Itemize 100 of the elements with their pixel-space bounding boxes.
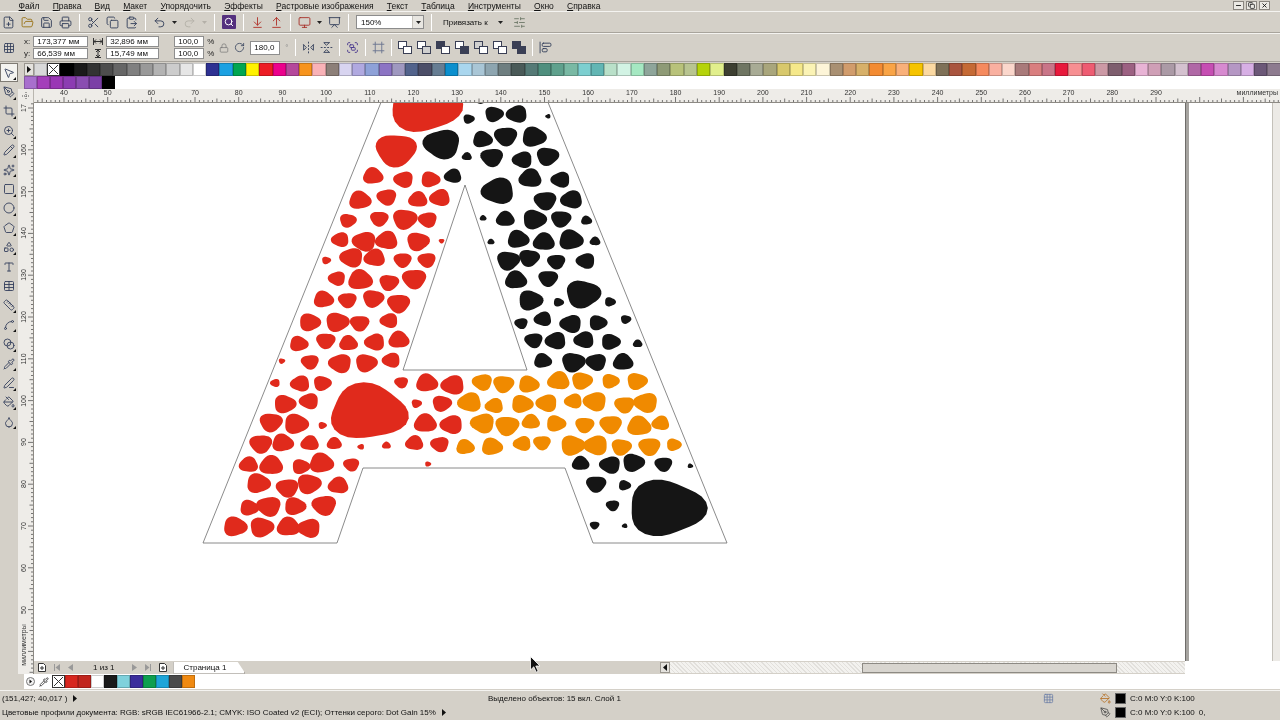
color-swatch[interactable] xyxy=(312,63,326,76)
color-swatch[interactable] xyxy=(564,63,578,76)
color-swatch[interactable] xyxy=(156,675,169,688)
color-swatch[interactable] xyxy=(219,63,233,76)
overlapping-squares-icon[interactable] xyxy=(492,41,507,54)
add-page-icon[interactable] xyxy=(38,663,46,672)
overlapping-squares-icon[interactable] xyxy=(397,41,412,54)
color-swatch[interactable] xyxy=(206,63,220,76)
group-icon[interactable] xyxy=(345,41,359,54)
vertical-scrollbar[interactable] xyxy=(1272,103,1280,661)
color-swatch[interactable] xyxy=(896,63,910,76)
color-swatch[interactable] xyxy=(1002,63,1016,76)
color-swatch[interactable] xyxy=(34,63,48,76)
color-swatch[interactable] xyxy=(803,63,817,76)
overlapping-squares-icon[interactable] xyxy=(435,41,450,54)
color-swatch[interactable] xyxy=(143,675,156,688)
color-swatch[interactable] xyxy=(604,63,618,76)
color-swatch[interactable] xyxy=(24,76,37,89)
copy-icon[interactable] xyxy=(106,15,119,29)
color-swatch[interactable] xyxy=(65,675,78,688)
color-swatch[interactable] xyxy=(102,76,115,89)
minimize-button[interactable] xyxy=(1233,1,1244,10)
lock-icon[interactable] xyxy=(219,42,230,53)
color-swatch[interactable] xyxy=(418,63,432,76)
color-swatch[interactable] xyxy=(551,63,565,76)
color-swatch[interactable] xyxy=(1148,63,1162,76)
color-swatch[interactable] xyxy=(869,63,883,76)
first-page-icon[interactable] xyxy=(54,664,60,671)
color-swatch[interactable] xyxy=(169,675,182,688)
no-color-icon[interactable] xyxy=(47,63,61,76)
color-swatch[interactable] xyxy=(365,63,379,76)
menu-item[interactable]: Текст xyxy=(380,0,415,11)
color-swatch[interactable] xyxy=(1267,63,1280,76)
menu-item[interactable]: Правка xyxy=(46,0,88,11)
palette-menu-button[interactable] xyxy=(24,675,36,688)
color-swatch[interactable] xyxy=(78,675,91,688)
add-page-icon[interactable] xyxy=(159,663,168,672)
caret-icon[interactable] xyxy=(317,20,322,24)
scrollbar-thumb[interactable] xyxy=(862,662,1117,673)
undo-icon[interactable] xyxy=(153,15,166,29)
color-swatch[interactable] xyxy=(962,63,976,76)
color-swatch[interactable] xyxy=(511,63,525,76)
arrow-down-to-line-icon[interactable] xyxy=(251,15,264,29)
color-swatch[interactable] xyxy=(104,675,117,688)
color-swatch[interactable] xyxy=(100,63,114,76)
color-swatch[interactable] xyxy=(816,63,830,76)
printer-icon[interactable] xyxy=(59,15,72,29)
menu-item[interactable]: Таблица xyxy=(414,0,462,11)
scale-y-field[interactable]: 100,0 xyxy=(174,48,205,59)
color-swatch[interactable] xyxy=(710,63,724,76)
color-swatch[interactable] xyxy=(60,63,74,76)
rotation-field[interactable]: 180,0 xyxy=(250,40,281,55)
last-page-icon[interactable] xyxy=(145,664,152,671)
align-icon[interactable] xyxy=(538,41,552,54)
caret-icon[interactable] xyxy=(415,20,421,24)
color-swatch[interactable] xyxy=(182,675,195,688)
restore-button[interactable] xyxy=(1246,1,1257,10)
menu-item[interactable]: Растровые изображения xyxy=(269,0,381,11)
dot-grid-icon[interactable] xyxy=(3,41,15,54)
color-swatch[interactable] xyxy=(697,63,711,76)
color-swatch[interactable] xyxy=(617,63,631,76)
color-swatch[interactable] xyxy=(130,675,143,688)
search-icon[interactable] xyxy=(222,15,236,29)
mirror-horizontal-icon[interactable] xyxy=(301,41,315,54)
scale-x-field[interactable]: 100,0 xyxy=(174,36,205,47)
next-page-icon[interactable] xyxy=(132,664,138,671)
color-swatch[interactable] xyxy=(50,76,63,89)
color-swatch[interactable] xyxy=(1015,63,1029,76)
color-swatch[interactable] xyxy=(498,63,512,76)
color-swatch[interactable] xyxy=(1161,63,1175,76)
y-position-field[interactable]: 66,539 мм xyxy=(33,48,89,59)
sliders-icon[interactable] xyxy=(512,15,526,29)
menu-item[interactable]: Файл xyxy=(12,0,47,11)
overlapping-squares-icon[interactable] xyxy=(416,41,431,54)
clipboard-icon[interactable] xyxy=(125,15,138,29)
width-field[interactable]: 32,896 мм xyxy=(106,36,160,47)
color-swatch[interactable] xyxy=(949,63,963,76)
color-swatch[interactable] xyxy=(670,63,684,76)
menu-item[interactable]: Вид xyxy=(88,0,117,11)
drawing-canvas[interactable] xyxy=(34,103,1272,661)
color-swatch[interactable] xyxy=(117,675,130,688)
menu-item[interactable]: Макет xyxy=(116,0,154,11)
color-swatch[interactable] xyxy=(91,675,104,688)
menu-item[interactable]: Справка xyxy=(560,0,607,11)
grid-icon[interactable] xyxy=(1043,692,1054,704)
rotate-icon[interactable] xyxy=(234,42,246,53)
color-swatch[interactable] xyxy=(1201,63,1215,76)
no-color-icon[interactable] xyxy=(52,675,65,688)
caret-right-icon[interactable] xyxy=(73,694,78,702)
color-swatch[interactable] xyxy=(458,63,472,76)
color-swatch[interactable] xyxy=(76,76,89,89)
overlapping-squares-icon[interactable] xyxy=(473,41,488,54)
palette-scroll-button[interactable] xyxy=(24,63,34,76)
menu-item[interactable]: Упорядочить xyxy=(153,0,218,11)
file-plus-icon[interactable] xyxy=(2,15,15,29)
color-swatch[interactable] xyxy=(909,63,923,76)
color-swatch[interactable] xyxy=(259,63,273,76)
height-field[interactable]: 15,749 мм xyxy=(106,48,160,59)
color-swatch[interactable] xyxy=(1254,63,1268,76)
menu-item[interactable]: Инструменты xyxy=(461,0,528,11)
